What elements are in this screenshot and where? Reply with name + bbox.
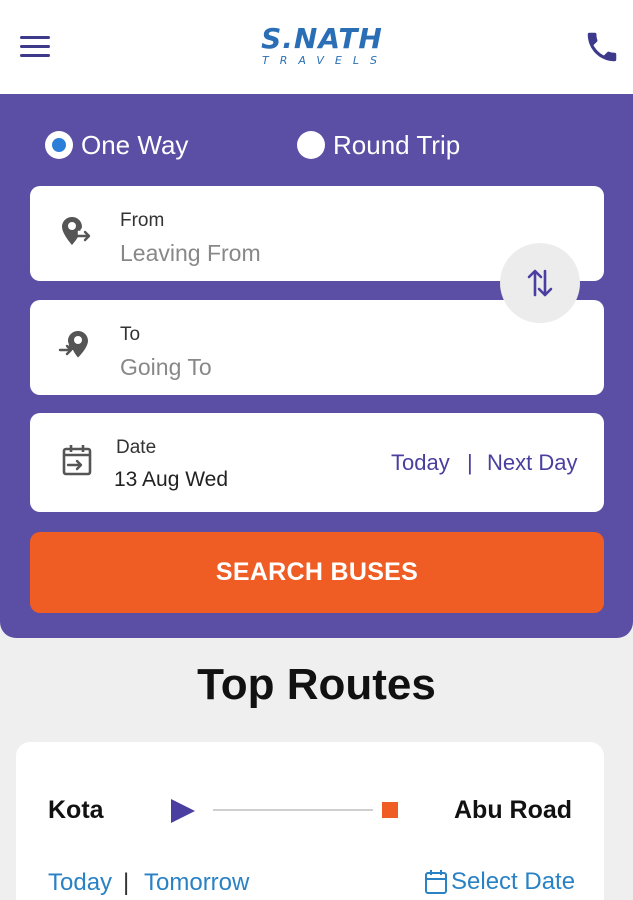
radio-selected-icon: [45, 131, 73, 159]
date-field[interactable]: Date 13 Aug Wed Today | Next Day: [30, 413, 604, 512]
one-way-radio[interactable]: One Way: [45, 130, 188, 160]
logo-main-text: S.NATH: [261, 22, 383, 55]
route-line: [213, 809, 373, 811]
route-start-icon: [169, 798, 197, 824]
date-label: Date: [116, 437, 157, 458]
search-buses-button[interactable]: SEARCH BUSES: [30, 532, 604, 613]
date-separator: |: [467, 450, 473, 475]
route-link-separator: |: [123, 869, 130, 896]
one-way-label: One Way: [81, 129, 189, 160]
route-end-icon: [382, 802, 398, 818]
radio-unselected-icon: [297, 131, 325, 159]
round-trip-label: Round Trip: [333, 129, 461, 160]
app-header: S.NATH TRAVELS: [0, 0, 633, 94]
calendar-icon: [425, 870, 447, 894]
route-today-link[interactable]: Today: [48, 869, 112, 897]
to-label: To: [120, 324, 141, 345]
brand-logo: S.NATH TRAVELS: [247, 24, 397, 68]
logo-sub-text: TRAVELS: [262, 54, 388, 67]
round-trip-radio[interactable]: Round Trip: [297, 130, 460, 160]
route-card[interactable]: Kota Abu Road Today | Tomorrow Select Da…: [16, 742, 604, 900]
next-day-link[interactable]: Next Day: [487, 450, 577, 476]
route-to-city: Abu Road: [454, 796, 573, 824]
route-from-city: Kota: [48, 796, 104, 824]
location-arrive-icon: [58, 328, 94, 364]
top-routes-title: Top Routes: [197, 660, 436, 709]
calendar-icon: [60, 443, 96, 479]
today-link[interactable]: Today: [391, 450, 450, 476]
swap-button[interactable]: [500, 243, 580, 323]
from-placeholder: Leaving From: [120, 240, 261, 266]
from-label: From: [120, 210, 165, 231]
phone-icon[interactable]: [583, 28, 621, 66]
menu-icon[interactable]: [18, 33, 54, 61]
route-tomorrow-link[interactable]: Tomorrow: [144, 869, 249, 897]
location-depart-icon: [58, 214, 94, 250]
to-placeholder: Going To: [120, 354, 212, 380]
swap-icon: [527, 269, 553, 297]
select-date-link[interactable]: Select Date: [424, 867, 575, 897]
select-date-label: Select Date: [451, 868, 576, 895]
date-value: 13 Aug Wed: [114, 468, 229, 491]
